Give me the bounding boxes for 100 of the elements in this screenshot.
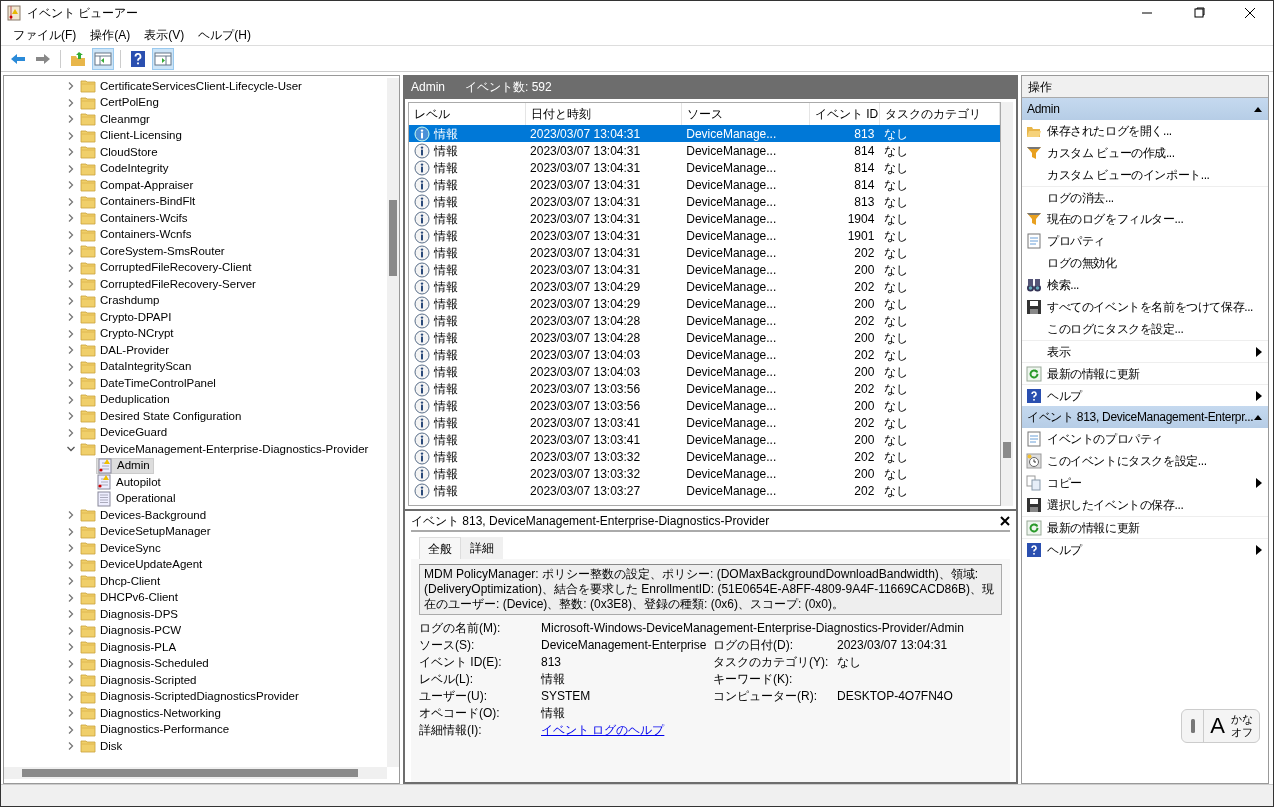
tree-item[interactable]: DAL-Provider <box>80 342 173 359</box>
action-item[interactable]: 最新の情報に更新 <box>1022 362 1268 384</box>
action-item[interactable]: プロパティ <box>1022 230 1268 252</box>
table-row[interactable]: 情報 2023/03/07 13:04:29 DeviceManage... 202 なし <box>409 278 1000 295</box>
close-icon[interactable] <box>1000 515 1010 526</box>
maximize-icon[interactable] <box>1191 7 1205 19</box>
tree-item[interactable]: CorruptedFileRecovery-Server <box>80 276 259 293</box>
table-row[interactable]: 情報 2023/03/07 13:03:56 DeviceManage... 202 なし <box>409 380 1000 397</box>
tree-item[interactable]: CorruptedFileRecovery-Client <box>80 259 255 276</box>
scrollbar[interactable] <box>1001 102 1013 506</box>
tab[interactable]: 詳細 <box>461 537 503 559</box>
tree-item[interactable]: Admin <box>96 457 154 474</box>
tree-item[interactable]: Diagnosis-Scripted <box>80 672 200 689</box>
action-item[interactable]: コピー <box>1022 472 1268 494</box>
table-row[interactable]: 情報 2023/03/07 13:04:31 DeviceManage... 1904 なし <box>409 210 1000 227</box>
action-item[interactable]: このイベントにタスクを設定... <box>1022 450 1268 472</box>
folder-up-icon[interactable] <box>69 49 87 68</box>
table-row[interactable]: 情報 2023/03/07 13:04:31 DeviceManage... 814 なし <box>409 142 1000 159</box>
tree-item[interactable]: Dhcp-Client <box>80 573 164 590</box>
table-row[interactable]: 情報 2023/03/07 13:04:31 DeviceManage... 200 なし <box>409 261 1000 278</box>
table-row[interactable]: 情報 2023/03/07 13:04:29 DeviceManage... 200 なし <box>409 295 1000 312</box>
tree-item[interactable]: Diagnostics-Networking <box>80 705 224 722</box>
action-item[interactable]: 最新の情報に更新 <box>1022 516 1268 538</box>
scrollbar[interactable] <box>387 78 399 767</box>
tree-item[interactable]: Containers-BindFlt <box>80 193 199 210</box>
tree-item[interactable]: DeviceUpdateAgent <box>80 556 206 573</box>
tree-item[interactable]: Containers-Wcnfs <box>80 226 195 243</box>
table-row[interactable]: 情報 2023/03/07 13:04:31 DeviceManage... 814 なし <box>409 159 1000 176</box>
tree-item[interactable]: CloudStore <box>80 144 161 161</box>
tree-item[interactable]: Desired State Configuration <box>80 408 245 425</box>
table-row[interactable]: 情報 2023/03/07 13:04:31 DeviceManage... 202 なし <box>409 244 1000 261</box>
tree-item[interactable]: DataIntegrityScan <box>80 358 195 375</box>
section-header[interactable]: Admin <box>1022 98 1268 120</box>
table-row[interactable]: 情報 2023/03/07 13:04:31 DeviceManage... 813 なし <box>409 125 1000 142</box>
help-link[interactable]: イベント ログのヘルプ <box>541 723 665 737</box>
tree-item[interactable]: Diagnosis-ScriptedDiagnosticsProvider <box>80 688 302 705</box>
menu-item[interactable]: ファイル(F) <box>7 26 83 44</box>
table-row[interactable]: 情報 2023/03/07 13:03:56 DeviceManage... 200 なし <box>409 397 1000 414</box>
tree-item[interactable]: DeviceManagement-Enterprise-Diagnostics-Provider <box>80 441 372 458</box>
tree-item[interactable]: Diagnosis-PLA <box>80 639 180 656</box>
action-item[interactable]: イベントのプロパティ <box>1022 428 1268 450</box>
menu-item[interactable]: 表示(V) <box>138 26 191 44</box>
action-item[interactable]: カスタム ビューのインポート... <box>1022 164 1268 186</box>
table-row[interactable]: 情報 2023/03/07 13:03:32 DeviceManage... 202 なし <box>409 448 1000 465</box>
tree-item[interactable]: Cleanmgr <box>80 111 153 128</box>
table-row[interactable]: 情報 2023/03/07 13:04:03 DeviceManage... 200 なし <box>409 363 1000 380</box>
table-row[interactable]: 情報 2023/03/07 13:03:41 DeviceManage... 202 なし <box>409 414 1000 431</box>
scrollbar[interactable] <box>4 767 387 779</box>
table-row[interactable]: 情報 2023/03/07 13:04:31 DeviceManage... 1901 なし <box>409 227 1000 244</box>
menu-item[interactable]: ヘルプ(H) <box>192 26 257 44</box>
table-row[interactable]: 情報 2023/03/07 13:04:31 DeviceManage... 814 なし <box>409 176 1000 193</box>
tab[interactable]: 全般 <box>419 537 461 559</box>
tree-item[interactable]: CertPolEng <box>80 94 162 111</box>
section-header[interactable]: イベント 813, DeviceManagement-Enterpr... <box>1022 406 1268 428</box>
table-cell-text: DeviceManage... <box>685 312 778 329</box>
tree-item[interactable]: CoreSystem-SmsRouter <box>80 243 228 260</box>
tree-item[interactable]: Crypto-DPAPI <box>80 309 175 326</box>
action-item[interactable]: このログにタスクを設定... <box>1022 318 1268 340</box>
tree-item[interactable]: Diagnosis-Scheduled <box>80 655 212 672</box>
action-item[interactable]: ログの消去... <box>1022 186 1268 208</box>
table-row[interactable]: 情報 2023/03/07 13:03:41 DeviceManage... 200 なし <box>409 431 1000 448</box>
tree-item[interactable]: Disk <box>80 738 126 755</box>
tree-item[interactable]: CodeIntegrity <box>80 160 172 177</box>
tree-item[interactable]: Compat-Appraiser <box>80 177 197 194</box>
tree-item[interactable]: DHCPv6-Client <box>80 589 181 606</box>
tree-item[interactable]: Deduplication <box>80 391 173 408</box>
tree-item[interactable]: Autopilot <box>96 474 164 491</box>
tree-item[interactable]: Diagnostics-Performance <box>80 721 233 738</box>
tree-item[interactable]: DeviceGuard <box>80 424 171 441</box>
tree-item[interactable]: Operational <box>96 490 179 507</box>
tree-item[interactable]: Devices-Background <box>80 507 210 524</box>
tree-item[interactable]: DeviceSetupManager <box>80 523 214 540</box>
tree-item[interactable]: Diagnosis-DPS <box>80 606 181 623</box>
tree-item[interactable]: Containers-Wcifs <box>80 210 191 227</box>
tree-item[interactable]: Crashdump <box>80 292 163 309</box>
action-item[interactable]: 検索... <box>1022 274 1268 296</box>
action-item[interactable]: 表示 <box>1022 340 1268 362</box>
tree-item[interactable]: Client-Licensing <box>80 127 185 144</box>
close-icon[interactable] <box>1243 7 1257 19</box>
tree-item[interactable]: Crypto-NCrypt <box>80 325 177 342</box>
table-row[interactable]: 情報 2023/03/07 13:04:03 DeviceManage... 202 なし <box>409 346 1000 363</box>
action-item[interactable]: ヘルプ <box>1022 538 1268 560</box>
document-icon <box>1026 233 1042 249</box>
table-row[interactable]: 情報 2023/03/07 13:04:28 DeviceManage... 200 なし <box>409 329 1000 346</box>
table-row[interactable]: 情報 2023/03/07 13:03:32 DeviceManage... 200 なし <box>409 465 1000 482</box>
action-item[interactable]: カスタム ビューの作成... <box>1022 142 1268 164</box>
table-row[interactable]: 情報 2023/03/07 13:03:27 DeviceManage... 202 なし <box>409 482 1000 499</box>
menu-item[interactable]: 操作(A) <box>84 26 137 44</box>
help-icon[interactable] <box>129 49 147 68</box>
action-item[interactable]: すべてのイベントを名前をつけて保存... <box>1022 296 1268 318</box>
action-item[interactable]: 保存されたログを開く... <box>1022 120 1268 142</box>
tree-item[interactable]: CertificateServicesClient-Lifecycle-User <box>80 78 305 95</box>
table-row[interactable]: 情報 2023/03/07 13:04:28 DeviceManage... 202 なし <box>409 312 1000 329</box>
action-item[interactable]: ログの無効化 <box>1022 252 1268 274</box>
table-row[interactable]: 情報 2023/03/07 13:04:31 DeviceManage... 813 なし <box>409 193 1000 210</box>
action-item[interactable]: 現在のログをフィルター... <box>1022 208 1268 230</box>
tree-item[interactable]: Diagnosis-PCW <box>80 622 185 639</box>
action-item[interactable]: 選択したイベントの保存... <box>1022 494 1268 516</box>
tree-item[interactable]: DateTimeControlPanel <box>80 375 219 392</box>
tree-item[interactable]: DeviceSync <box>80 540 164 557</box>
